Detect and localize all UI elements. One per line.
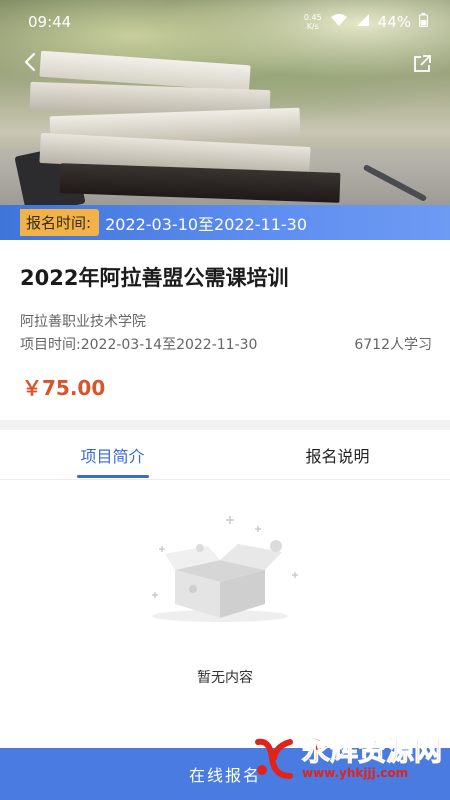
tab-registration-notes[interactable]: 报名说明 xyxy=(225,430,450,479)
learner-count: 6712人学习 xyxy=(354,337,432,353)
watermark: 永辉资源网 www.yhkjjj.com xyxy=(252,734,443,780)
registration-time-tag: 报名时间: xyxy=(20,209,100,236)
back-button[interactable] xyxy=(18,52,42,76)
battery-level: 44% xyxy=(377,13,411,31)
share-icon xyxy=(412,55,432,78)
course-title: 2022年阿拉善盟公需课培训 xyxy=(20,266,289,290)
status-time: 09:44 xyxy=(28,13,72,31)
chevron-left-icon xyxy=(23,52,37,76)
registration-time-bar: 报名时间: 2022-03-10至2022-11-30 xyxy=(0,205,450,240)
detail-tabs: 项目简介 报名说明 xyxy=(0,430,450,480)
battery-icon xyxy=(419,13,428,31)
registration-time-range: 2022-03-10至2022-11-30 xyxy=(105,214,308,234)
share-button[interactable] xyxy=(412,54,434,76)
project-time: 项目时间:2022-03-14至2022-11-30 xyxy=(20,337,258,353)
wifi-icon xyxy=(330,13,348,31)
status-bar: 09:44 0.45 K/s 44% xyxy=(0,0,450,44)
empty-box-icon xyxy=(130,508,310,628)
section-divider xyxy=(0,420,450,430)
course-meta: 项目时间:2022-03-14至2022-11-30 6712人学习 xyxy=(20,334,432,354)
watermark-url: www.yhkjjj.com xyxy=(301,766,409,780)
course-detail-page: 09:44 0.45 K/s 44% 报名时间: 2022-03-10至2022… xyxy=(0,0,450,800)
watermark-title: 永辉资源网 xyxy=(301,734,442,767)
register-button-label: 在线报名 xyxy=(188,766,261,785)
watermark-logo-icon xyxy=(252,736,296,780)
net-speed: 0.45 K/s xyxy=(303,13,322,31)
tab-project-intro[interactable]: 项目简介 xyxy=(0,430,225,479)
institution-name: 阿拉善职业技术学院 xyxy=(20,314,146,330)
course-price: ￥75.00 xyxy=(22,376,106,400)
empty-state-text: 暂无内容 xyxy=(197,670,253,686)
signal-icon xyxy=(356,13,370,31)
